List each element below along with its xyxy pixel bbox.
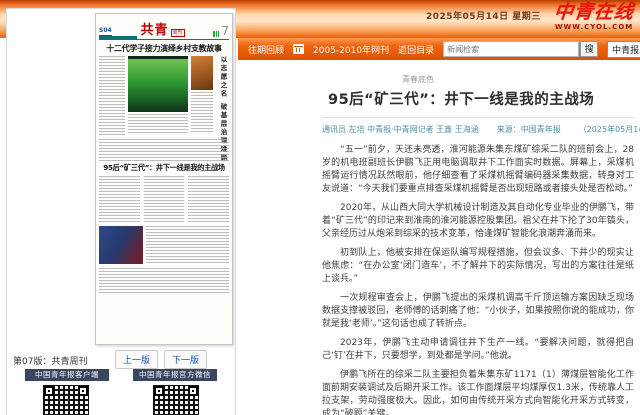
thumb-text-column (99, 56, 125, 136)
next-edition-button[interactable]: 下一版 (164, 350, 207, 369)
article-paragraph: 初到队上，他被安排在保运队编写规程措施，但会议多、下井少的现实让他焦虑：“在办公… (322, 247, 634, 286)
masthead-title-group: 共青 周刊 (141, 24, 185, 37)
nav-back-contents-link[interactable]: 返回目录 (398, 43, 434, 56)
article-body: “五一”前夕，天还未亮透，淮河能源朱集东煤矿综采二队的班前会上，28岁的机电班副… (322, 144, 634, 415)
edition-pager: 第07版：共青周刊 上一版 下一版 (7, 349, 235, 369)
thumb-right-column (191, 56, 213, 136)
edition-label: 第07版：共青周刊 (13, 354, 87, 367)
thumb-headline-vertical: 以志愿之名 破基层治理难题 (218, 56, 228, 182)
article-paragraph: 伊鹏飞所在的综采二队主要担负着朱集东矿1171（1）薄煤层智能化工作面前期安装调… (322, 369, 634, 415)
event-photo (99, 226, 143, 264)
thumb-columns (99, 176, 229, 222)
masthead-subtitle: 周刊 (171, 29, 185, 37)
article-paragraph: “五一”前夕，天还未亮透，淮河能源朱集东煤矿综采二队的班前会上，28岁的机电班副… (322, 144, 634, 196)
qr-wechat-label: 中国青年报官方微信 (133, 369, 217, 381)
search-box: 搜 (443, 41, 598, 57)
thumb-column-3 (188, 176, 229, 222)
page-grid-icon (213, 31, 219, 37)
calendar-icon[interactable] (293, 44, 304, 54)
nav-old-web-link[interactable]: 2005-2010年网刊 (313, 43, 389, 56)
qr-code-app (43, 385, 89, 415)
thumb-caption-bars (128, 114, 188, 134)
left-panel: S04 共青 周刊 7 十二代学子接力演绎乡村支教故事 (6, 8, 236, 415)
stage-photo (128, 56, 188, 112)
thumb-photo-row (99, 56, 229, 136)
page: 2025年05月14日 星期三 中青在线 WWW.CYOL.COM 往期回顾 2… (0, 0, 640, 415)
article-byline-row: 通讯员 左培 中青报·中青网记者 王鑫 王海涵 来源：中国青年报 （2025年0… (322, 124, 634, 135)
thumb-photo-main-wrap (128, 56, 188, 136)
small-photo (191, 56, 213, 90)
thumb-bottom-caption (146, 226, 229, 264)
article-paragraph: 一次规程审查会上，伊鹏飞提出的采煤机调高千斤顶运输方案因缺乏现场数据支撑被驳回，… (322, 292, 634, 331)
prev-edition-button[interactable]: 上一版 (115, 350, 158, 369)
masthead-rule (99, 39, 229, 40)
thumb-headline-mid: 95后“矿三代”：井下一线是我的主战场 (99, 163, 229, 173)
newspaper-page-thumbnail[interactable]: S04 共青 周刊 7 十二代学子接力演绎乡村支教故事 (95, 13, 233, 345)
cyol-logo-url: WWW.CYOL.COM (552, 23, 636, 31)
thumb-text-bars (191, 92, 213, 134)
article-source: 来源：中国青年报 (497, 124, 561, 135)
masthead-title: 共青 (141, 24, 169, 37)
thumb-body-bars (99, 139, 229, 161)
search-button[interactable]: 搜 (580, 41, 598, 57)
press-group-select[interactable]: 中青报系 (607, 41, 640, 58)
thumb-column-2 (144, 176, 185, 222)
site-logo[interactable]: 中青在线 WWW.CYOL.COM (552, 2, 636, 31)
qr-app-label: 中国青年报客户端 (25, 369, 109, 381)
article-issue-info: （2025年05月14日 07版） (579, 124, 640, 135)
search-input[interactable] (443, 41, 579, 57)
newspaper-masthead: S04 共青 周刊 7 (99, 17, 229, 37)
top-nav: 往期回顾 2005-2010年网刊 返回目录 搜 中青报系 返回首页 (238, 38, 640, 60)
current-date: 2025年05月14日 星期三 (426, 9, 541, 22)
thumb-bottom-row (99, 226, 229, 264)
thumb-filler-bars (99, 268, 229, 294)
title-divider (322, 117, 634, 118)
thumb-column-1 (99, 176, 140, 222)
nav-archive-link[interactable]: 往期回顾 (248, 43, 284, 56)
masthead-page-group: 7 (213, 26, 229, 37)
cyol-logo-text: 中青在线 (551, 2, 637, 22)
masthead-page-number: 7 (221, 26, 229, 37)
press-group-selected: 中青报系 (608, 43, 640, 56)
article-panel: 青春底色 95后“矿三代”：井下一线是我的主战场 通讯员 左培 中青报·中青网记… (238, 60, 640, 415)
article-column-label: 青春底色 (402, 74, 634, 85)
article-paragraph: 2020年，从山西大同大学机械设计制造及其自动化专业毕业的伊鹏飞，带着“矿三代”… (322, 202, 634, 241)
article-paragraph: 2023年，伊鹏飞主动申请调往井下生产一线。“要解决问题，就得把自己‘钉’在井下… (322, 337, 634, 363)
article-authors: 通讯员 左培 中青报·中青网记者 王鑫 王海涵 (322, 124, 479, 135)
article-title: 95后“矿三代”：井下一线是我的主战场 (328, 88, 634, 109)
pager-buttons: 上一版 下一版 (115, 350, 207, 369)
thumb-headline-top: 十二代学子接力演绎乡村支教故事 (99, 43, 229, 54)
qr-code-wechat (153, 385, 199, 415)
